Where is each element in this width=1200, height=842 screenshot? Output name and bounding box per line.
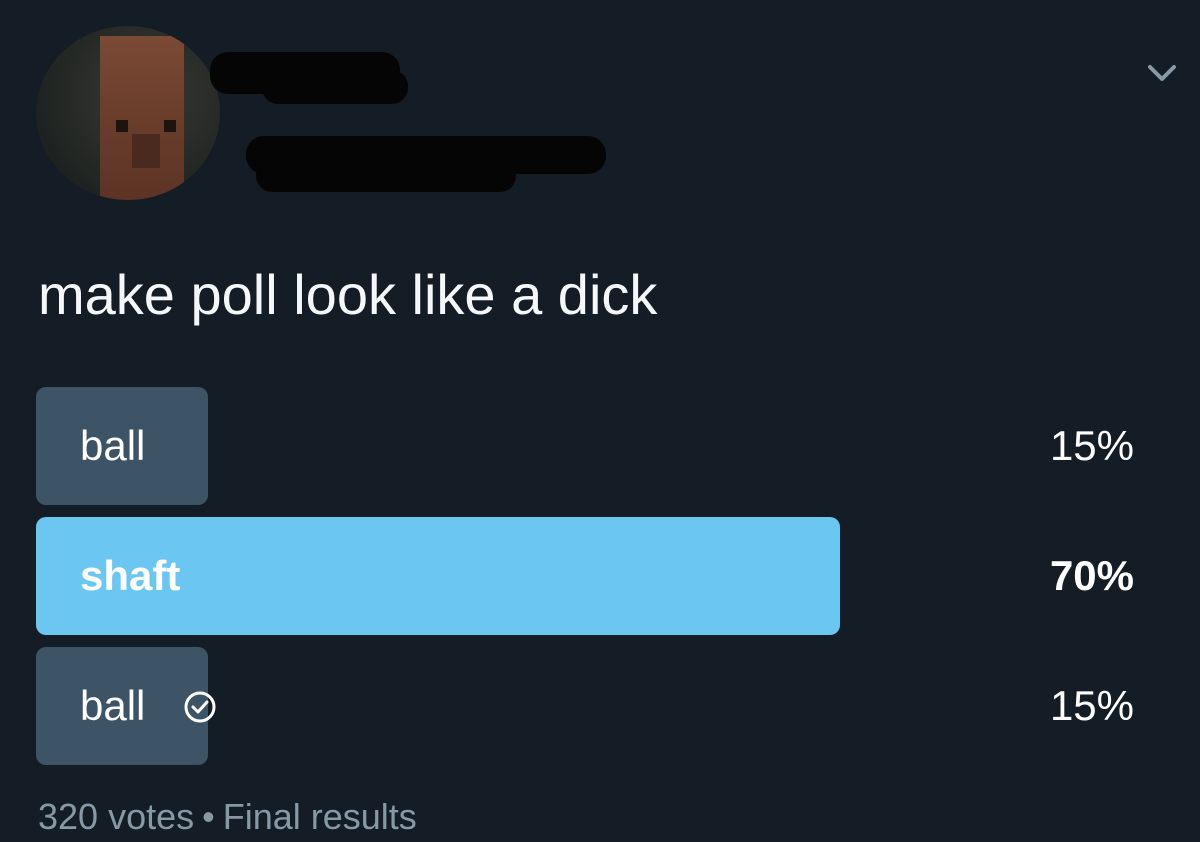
poll-option-label: ball bbox=[80, 682, 146, 729]
poll-option-percent: 15% bbox=[1049, 422, 1134, 469]
avatar[interactable] bbox=[36, 26, 220, 200]
chevron-down-icon[interactable] bbox=[1144, 58, 1180, 88]
poll-meta: 320 votes • Final results bbox=[38, 792, 417, 842]
vote-count: 320 votes bbox=[38, 796, 195, 837]
poll-option-percent: 15% bbox=[1049, 682, 1134, 729]
redacted-display-name-part bbox=[262, 70, 408, 104]
tweet-card: make poll look like a dick ball 15% shaf… bbox=[0, 0, 1200, 839]
poll-option-label: shaft bbox=[80, 552, 181, 599]
poll-status: Final results bbox=[222, 796, 417, 837]
avatar-nose bbox=[132, 134, 160, 168]
avatar-eye-right bbox=[164, 120, 176, 132]
avatar-eye-left bbox=[116, 120, 128, 132]
poll-option: ball 15% bbox=[36, 647, 1160, 765]
avatar-face bbox=[100, 36, 184, 200]
poll-option: shaft 70% bbox=[36, 517, 1160, 635]
poll-option-label: ball bbox=[80, 422, 146, 469]
check-circle-icon bbox=[184, 691, 216, 723]
poll-option-percent: 70% bbox=[1049, 552, 1134, 599]
meta-separator: • bbox=[202, 796, 215, 837]
tweet-text: make poll look like a dick bbox=[38, 263, 658, 326]
redacted-username-part bbox=[256, 160, 516, 192]
poll-option: ball 15% bbox=[36, 387, 1160, 505]
